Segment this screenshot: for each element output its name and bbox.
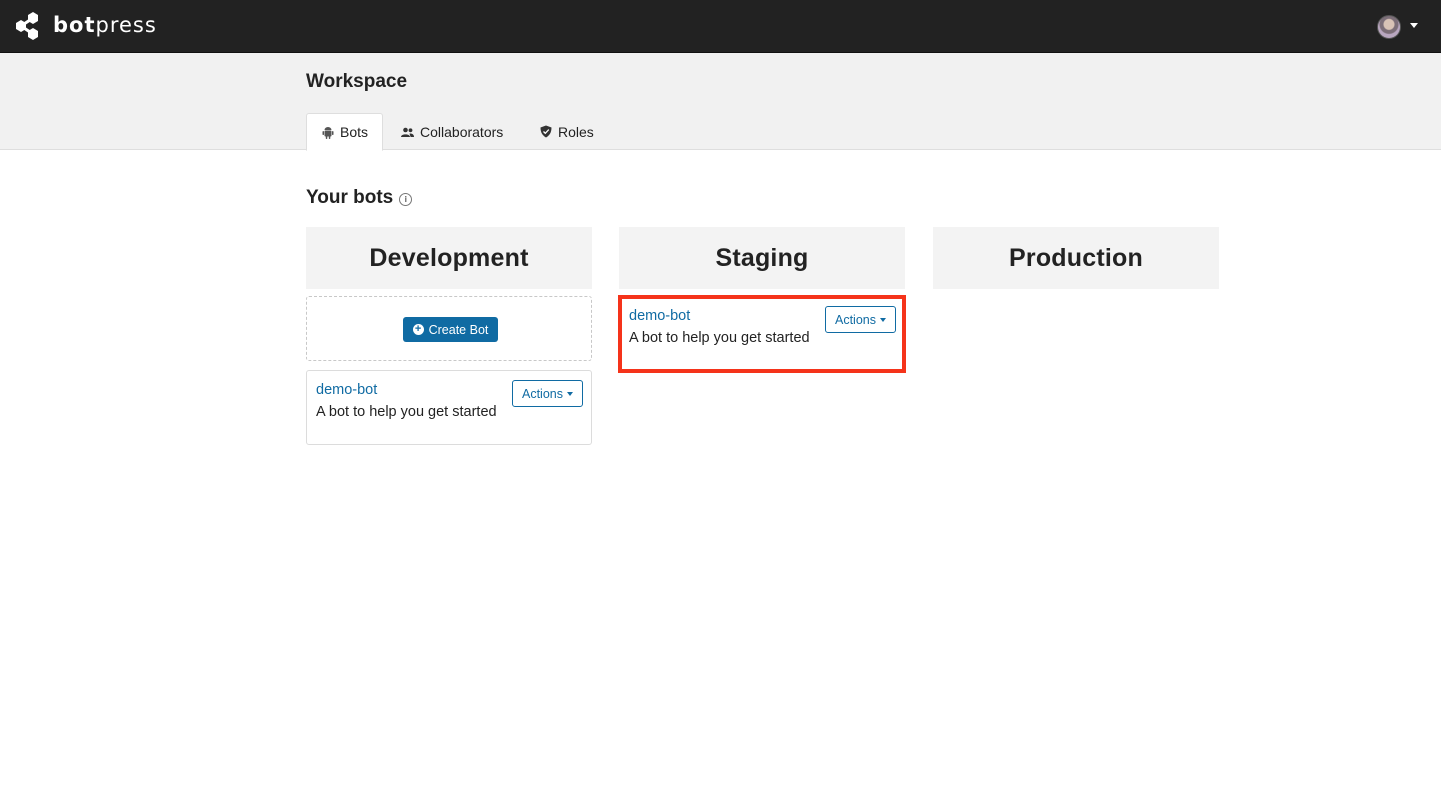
stage-header-staging: Staging (619, 227, 905, 289)
brand-name[interactable]: botpress (53, 13, 157, 37)
actions-dropdown-button[interactable]: Actions (825, 306, 896, 333)
create-bot-box: + Create Bot (306, 296, 592, 361)
top-navbar: botpress (0, 0, 1441, 53)
tab-collaborators-label: Collaborators (420, 123, 504, 140)
tab-roles-label: Roles (558, 123, 594, 140)
actions-label: Actions (522, 386, 563, 401)
shield-icon (540, 125, 552, 138)
user-avatar[interactable] (1377, 15, 1401, 39)
brand-name-part2: press (95, 13, 157, 37)
actions-dropdown-button[interactable]: Actions (512, 380, 583, 407)
chevron-down-icon (567, 391, 573, 396)
plus-circle-icon: + (412, 324, 424, 335)
stage-header-development: Development (306, 227, 592, 289)
bot-description: A bot to help you get started (629, 330, 810, 346)
chevron-down-icon (880, 317, 886, 322)
android-icon (322, 126, 334, 139)
tab-roles[interactable]: Roles (540, 113, 594, 150)
workspace-header: Workspace Bots Collaborators Roles (0, 53, 1441, 151)
botpress-logo-icon[interactable] (13, 11, 41, 41)
section-title-text: Your bots (306, 187, 394, 208)
bot-description: A bot to help you get started (316, 404, 497, 420)
bot-name-link[interactable]: demo-bot (629, 308, 690, 324)
stage-header-production: Production (933, 227, 1219, 289)
page-title: Workspace (306, 71, 408, 92)
create-bot-label: Create Bot (428, 322, 489, 337)
bot-card-staging: demo-bot A bot to help you get started A… (618, 295, 906, 373)
bot-card-development: demo-bot A bot to help you get started A… (306, 370, 592, 445)
users-icon (401, 127, 414, 137)
section-title: Your bots i (306, 187, 413, 209)
tab-bots-label: Bots (340, 124, 369, 140)
brand-name-part1: bot (53, 13, 96, 37)
bot-name-link[interactable]: demo-bot (316, 382, 377, 398)
actions-label: Actions (835, 312, 876, 327)
tab-bots[interactable]: Bots (306, 113, 384, 151)
create-bot-button[interactable]: + Create Bot (403, 317, 498, 342)
tab-collaborators[interactable]: Collaborators (401, 113, 503, 150)
user-menu-caret-icon[interactable] (1410, 23, 1418, 28)
info-icon[interactable]: i (399, 193, 413, 206)
